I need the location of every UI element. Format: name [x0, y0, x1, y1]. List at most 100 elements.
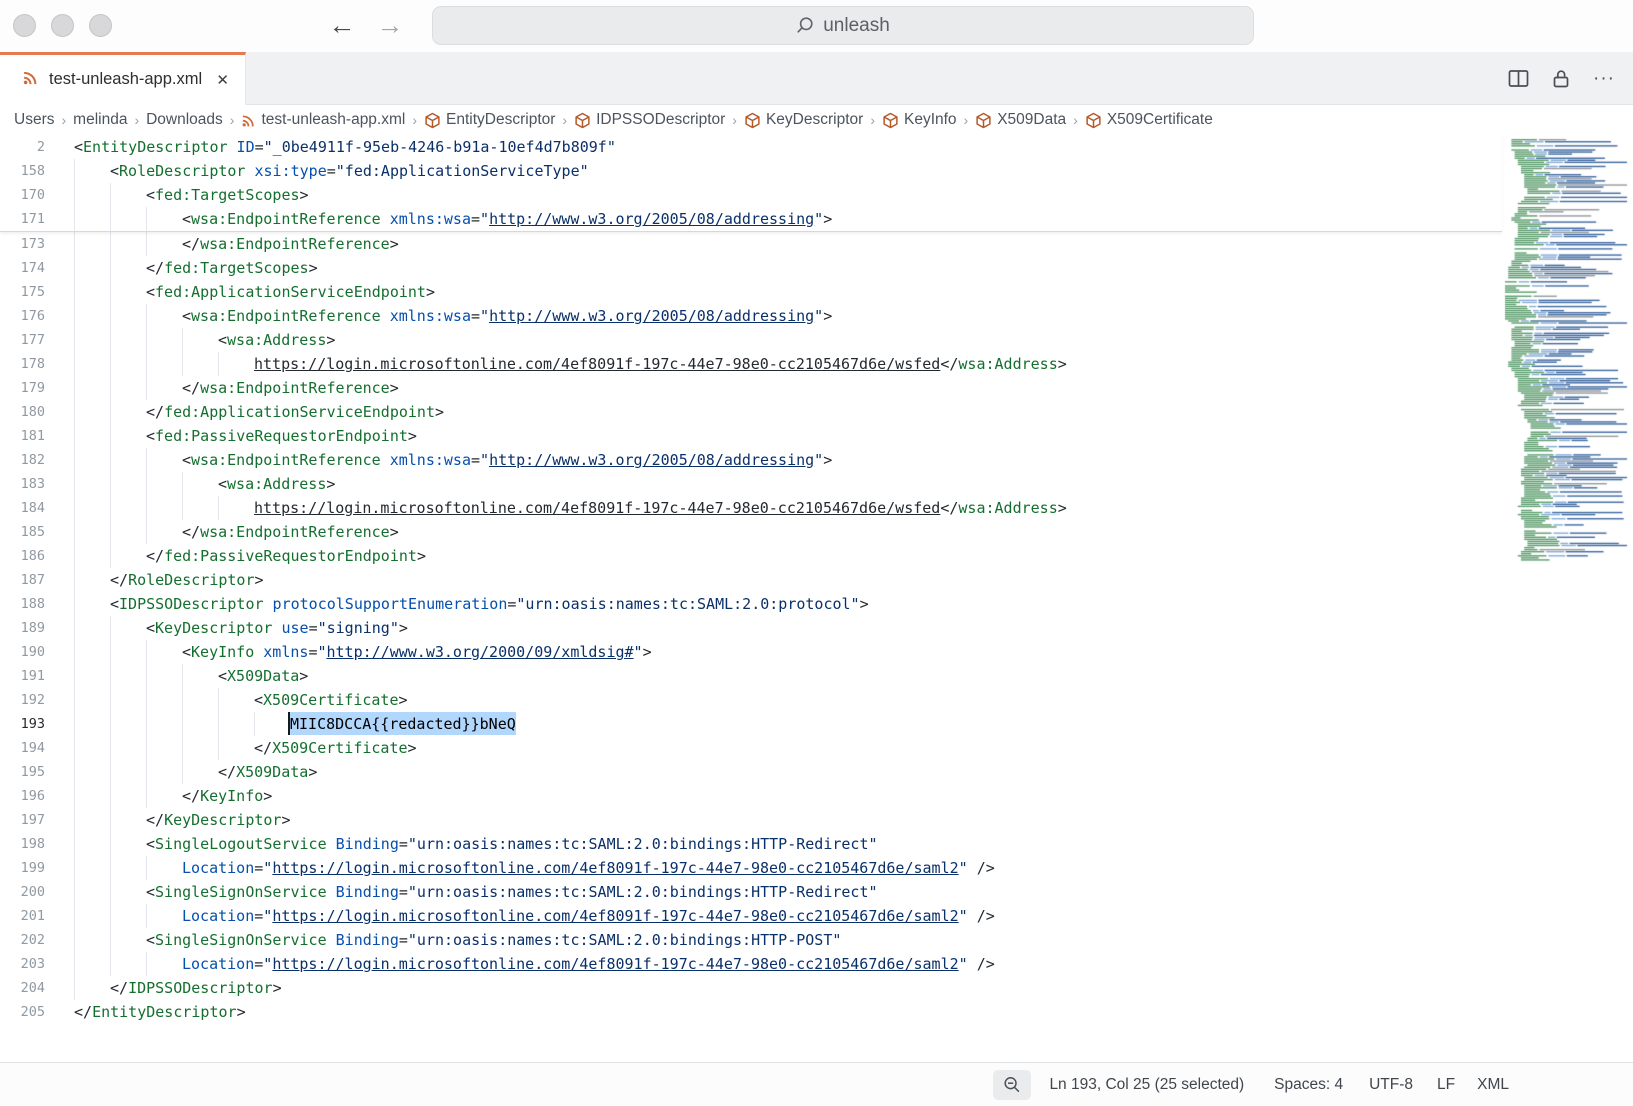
forward-button[interactable]: → [372, 6, 408, 44]
encoding-status[interactable]: UTF-8 [1367, 1072, 1415, 1098]
line-content: </IDPSSODescriptor> [74, 976, 282, 1000]
code-line-188[interactable]: 188<IDPSSODescriptor protocolSupportEnum… [0, 592, 1502, 616]
code-line-179[interactable]: 179</wsa:EndpointReference> [0, 376, 1502, 400]
more-actions-icon[interactable]: ··· [1593, 74, 1615, 84]
cursor-position-status[interactable]: Ln 193, Col 25 (25 selected) [1047, 1072, 1246, 1098]
line-content: </wsa:EndpointReference> [74, 232, 399, 256]
line-content: <wsa:Address> [74, 472, 335, 496]
code-line-201[interactable]: 201Location="https://login.microsoftonli… [0, 904, 1502, 928]
editor: 173</wsa:EndpointReference>174</fed:Targ… [0, 135, 1633, 1062]
tab-test-unleash-app-xml[interactable]: test-unleash-app.xml ✕ [0, 52, 246, 105]
breadcrumb-label: X509Certificate [1107, 111, 1213, 129]
code-line-180[interactable]: 180</fed:ApplicationServiceEndpoint> [0, 400, 1502, 424]
code-line-174[interactable]: 174</fed:TargetScopes> [0, 256, 1502, 280]
line-number: 200 [0, 880, 45, 904]
line-number: 182 [0, 448, 45, 472]
code-line-200[interactable]: 200<SingleSignOnService Binding="urn:oas… [0, 880, 1502, 904]
code-line-194[interactable]: 194</X509Certificate> [0, 736, 1502, 760]
indentation-status[interactable]: Spaces: 4 [1272, 1072, 1345, 1098]
code-line-184[interactable]: 184https://login.microsoftonline.com/4ef… [0, 496, 1502, 520]
line-content: Location="https://login.microsoftonline.… [74, 952, 995, 976]
code-line-187[interactable]: 187</RoleDescriptor> [0, 568, 1502, 592]
breadcrumb-item-keydescriptor[interactable]: KeyDescriptor [744, 111, 863, 129]
code-line-158[interactable]: 158<RoleDescriptor xsi:type="fed:Applica… [0, 159, 1502, 183]
code-line-196[interactable]: 196</KeyInfo> [0, 784, 1502, 808]
breadcrumb-item-x509data[interactable]: X509Data [975, 111, 1066, 129]
code-line-175[interactable]: 175<fed:ApplicationServiceEndpoint> [0, 280, 1502, 304]
breadcrumb-item-x509certificate[interactable]: X509Certificate [1085, 111, 1213, 129]
breadcrumb-label: KeyDescriptor [766, 111, 863, 129]
breadcrumb-item-entitydescriptor[interactable]: EntityDescriptor [424, 111, 555, 129]
breadcrumb-separator-icon: › [1073, 112, 1078, 128]
code-line-202[interactable]: 202<SingleSignOnService Binding="urn:oas… [0, 928, 1502, 952]
line-number: 194 [0, 736, 45, 760]
line-content: </wsa:EndpointReference> [74, 520, 399, 544]
code-line-203[interactable]: 203Location="https://login.microsoftonli… [0, 952, 1502, 976]
breadcrumb-item-downloads[interactable]: Downloads [146, 111, 223, 129]
code-line-197[interactable]: 197</KeyDescriptor> [0, 808, 1502, 832]
line-content: <IDPSSODescriptor protocolSupportEnumera… [74, 592, 869, 616]
zoom-out-icon[interactable] [993, 1070, 1031, 1100]
code-line-186[interactable]: 186</fed:PassiveRequestorEndpoint> [0, 544, 1502, 568]
code-line-204[interactable]: 204</IDPSSODescriptor> [0, 976, 1502, 1000]
code-line-2[interactable]: 2<EntityDescriptor ID="_0be4911f-95eb-42… [0, 135, 1502, 159]
line-number: 205 [0, 1000, 45, 1024]
code-line-198[interactable]: 198 <SingleLogoutService Binding="urn:oas… [0, 832, 1502, 856]
xml-file-icon [241, 113, 256, 128]
symbol-element-icon [975, 112, 992, 129]
minimize-window-button[interactable] [51, 14, 74, 37]
breadcrumb-label: IDPSSODescriptor [596, 111, 725, 129]
code-line-191[interactable]: 191<X509Data> [0, 664, 1502, 688]
language-mode-status[interactable]: XML [1475, 1072, 1511, 1098]
tab-label: test-unleash-app.xml [49, 70, 202, 89]
breadcrumb-item-keyinfo[interactable]: KeyInfo [882, 111, 957, 129]
code-line-189[interactable]: 189<KeyDescriptor use="signing"> [0, 616, 1502, 640]
breadcrumb-item-users[interactable]: Users [14, 111, 54, 129]
breadcrumb-item-idpssodescriptor[interactable]: IDPSSODescriptor [574, 111, 725, 129]
code-line-176[interactable]: 176<wsa:EndpointReference xmlns:wsa="htt… [0, 304, 1502, 328]
close-tab-button[interactable]: ✕ [212, 69, 233, 91]
code-line-190[interactable]: 190<KeyInfo xmlns="http://www.w3.org/200… [0, 640, 1502, 664]
code-line-185[interactable]: 185</wsa:EndpointReference> [0, 520, 1502, 544]
code-line-192[interactable]: 192<X509Certificate> [0, 688, 1502, 712]
line-content: <SingleLogoutService Binding="urn:oasis:… [74, 832, 878, 856]
eol-status[interactable]: LF [1435, 1072, 1457, 1098]
zoom-window-button[interactable] [89, 14, 112, 37]
code-line-195[interactable]: 195</X509Data> [0, 760, 1502, 784]
line-content: <wsa:Address> [74, 328, 335, 352]
close-window-button[interactable] [13, 14, 36, 37]
breadcrumb-separator-icon: › [964, 112, 969, 128]
code-line-177[interactable]: 177 <wsa:Address> [0, 328, 1502, 352]
line-number: 2 [0, 135, 45, 159]
code-line-171[interactable]: 171<wsa:EndpointReference xmlns:wsa="htt… [0, 207, 1502, 231]
line-number: 193 [0, 712, 45, 736]
breadcrumb-item-test-unleash-app.xml[interactable]: test-unleash-app.xml [241, 111, 405, 129]
command-center-search[interactable]: unleash [432, 6, 1254, 45]
code-line-193[interactable]: 193MIIC8DCCA{{redacted}}bNeQ [0, 712, 1502, 736]
line-number: 197 [0, 808, 45, 832]
line-content: </fed:PassiveRequestorEndpoint> [74, 544, 426, 568]
code-line-183[interactable]: 183<wsa:Address> [0, 472, 1502, 496]
code-line-170[interactable]: 170<fed:TargetScopes> [0, 183, 1502, 207]
minimap[interactable] [1502, 137, 1630, 563]
unlock-icon[interactable] [1551, 68, 1571, 89]
symbol-element-icon [424, 112, 441, 129]
code-line-181[interactable]: 181<fed:PassiveRequestorEndpoint> [0, 424, 1502, 448]
line-number: 179 [0, 376, 45, 400]
code-line-182[interactable]: 182<wsa:EndpointReference xmlns:wsa="htt… [0, 448, 1502, 472]
line-number: 198 [0, 832, 45, 856]
breadcrumb-separator-icon: › [230, 112, 235, 128]
line-number: 177 [0, 328, 45, 352]
code-line-173[interactable]: 173</wsa:EndpointReference> [0, 232, 1502, 256]
code-line-178[interactable]: 178https://login.microsoftonline.com/4ef… [0, 352, 1502, 376]
code-line-199[interactable]: 199Location="https://login.microsoftonli… [0, 856, 1502, 880]
line-number: 176 [0, 304, 45, 328]
breadcrumb-item-melinda[interactable]: melinda [73, 111, 127, 129]
split-editor-icon[interactable] [1508, 69, 1529, 88]
line-content: <RoleDescriptor xsi:type="fed:Applicatio… [74, 159, 589, 183]
status-bar: Ln 193, Col 25 (25 selected) Spaces: 4 U… [0, 1062, 1633, 1106]
back-button[interactable]: ← [324, 6, 360, 44]
line-number: 181 [0, 424, 45, 448]
line-content: </EntityDescriptor> [74, 1000, 246, 1024]
code-line-205[interactable]: 205 </EntityDescriptor> [0, 1000, 1502, 1024]
